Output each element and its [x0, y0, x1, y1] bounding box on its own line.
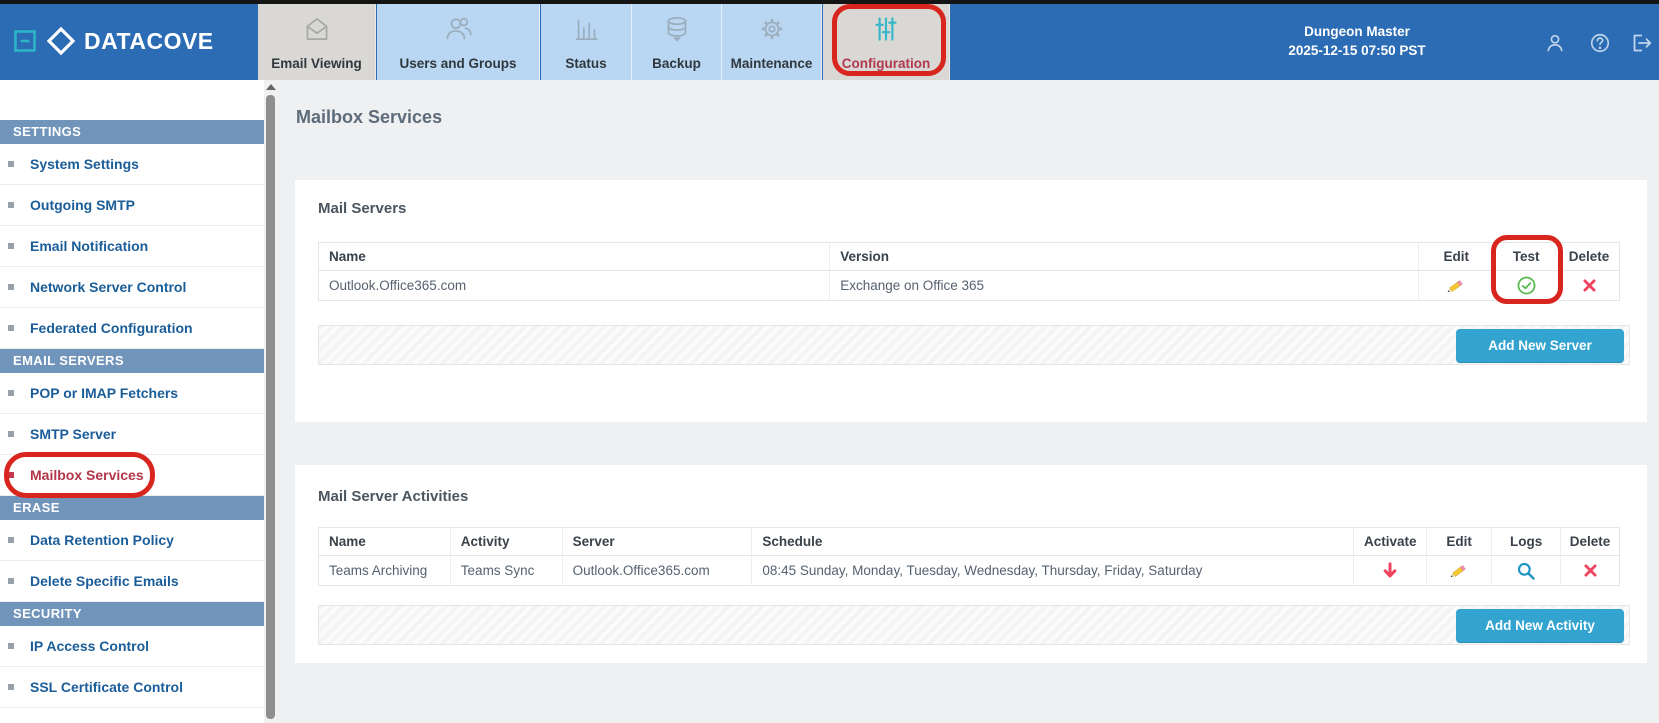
activity-type-cell: Teams Sync [451, 556, 563, 585]
mail-servers-action-bar: Add New Server [318, 325, 1630, 365]
sidebar-item-ip-access-control[interactable]: IP Access Control [0, 626, 264, 667]
mail-server-activities-action-bar: Add New Activity [318, 605, 1630, 645]
users-icon [377, 12, 539, 46]
delete-x-icon[interactable] [1582, 562, 1599, 579]
logout-icon[interactable] [1630, 31, 1654, 55]
column-header-server: Server [563, 528, 753, 555]
datacove-diamond-icon [46, 26, 76, 56]
sidebar-section-settings: SETTINGS [0, 120, 264, 144]
sidebar-item-system-settings[interactable]: System Settings [0, 144, 264, 185]
session-info: Dungeon Master 2025-12-15 07:50 PST [1266, 22, 1448, 60]
sidebar-item-email-notification[interactable]: Email Notification [0, 226, 264, 267]
column-header-edit: Edit [1427, 528, 1493, 555]
bullet-icon [8, 684, 14, 690]
delete-x-icon[interactable] [1581, 277, 1598, 294]
sidebar-item-smtp-server[interactable]: SMTP Server [0, 414, 264, 455]
add-new-server-button[interactable]: Add New Server [1456, 329, 1624, 362]
activate-arrow-down-icon[interactable] [1380, 561, 1400, 581]
bullet-icon [8, 161, 14, 167]
table-row: Teams Archiving Teams Sync Outlook.Offic… [318, 556, 1620, 586]
activity-server-cell: Outlook.Office365.com [563, 556, 753, 585]
table-header-row: Name Version Edit Test Delete [318, 242, 1620, 271]
column-header-edit: Edit [1419, 243, 1495, 270]
bullet-icon [8, 202, 14, 208]
bullet-icon [8, 537, 14, 543]
sidebar-item-outgoing-smtp[interactable]: Outgoing SMTP [0, 185, 264, 226]
column-header-delete: Delete [1569, 534, 1611, 549]
tab-backup[interactable]: Backup [632, 4, 722, 80]
table-row: Outlook.Office365.com Exchange on Office… [318, 271, 1620, 301]
brand-name: DATACOVE [84, 27, 214, 54]
server-version-cell: Exchange on Office 365 [830, 271, 1420, 300]
sidebar-section-security: SECURITY [0, 602, 264, 626]
logs-magnifier-icon[interactable] [1516, 561, 1536, 581]
column-header-name: Name [319, 528, 451, 555]
sidebar-item-network-server-control[interactable]: Network Server Control [0, 267, 264, 308]
mail-server-activities-heading: Mail Server Activities [318, 488, 469, 505]
bullet-icon [8, 243, 14, 249]
column-header-test: Test [1494, 243, 1560, 270]
sidebar-item-federated-configuration[interactable]: Federated Configuration [0, 308, 264, 349]
page-title: Mailbox Services [296, 107, 443, 127]
sliders-icon [823, 12, 949, 46]
column-header-delete: Delete [1568, 249, 1610, 264]
help-icon[interactable] [1588, 31, 1612, 55]
datacove-logo: DATACOVE [46, 26, 214, 56]
bullet-icon [8, 325, 14, 331]
bullet-icon [8, 390, 14, 396]
edit-pencil-icon[interactable] [1445, 275, 1467, 297]
gear-icon [722, 12, 821, 46]
column-header-activity: Activity [451, 528, 563, 555]
tab-maintenance[interactable]: Maintenance [722, 4, 822, 80]
envelope-icon [258, 12, 375, 46]
sidebar-item-delete-specific-emails[interactable]: Delete Specific Emails [0, 561, 264, 602]
tab-email-viewing[interactable]: Email Viewing [258, 4, 376, 80]
test-check-icon[interactable] [1516, 275, 1537, 296]
column-header-schedule: Schedule [752, 528, 1355, 555]
scrollbar-thumb[interactable] [266, 95, 275, 719]
column-header-activate: Activate [1354, 528, 1428, 555]
table-header-row: Name Activity Server Schedule Activate E… [318, 527, 1620, 556]
sidebar-section-email-servers: EMAIL SERVERS [0, 349, 264, 373]
tab-users-and-groups[interactable]: Users and Groups [377, 4, 540, 80]
column-header-version: Version [830, 243, 1420, 270]
column-header-logs: Logs [1492, 528, 1562, 555]
mail-server-activities-panel: Mail Server Activities Name Activity Ser… [295, 465, 1647, 663]
sidebar-collapse-icon[interactable] [14, 30, 36, 52]
user-account-icon[interactable] [1543, 31, 1567, 55]
sidebar-item-mailbox-services[interactable]: Mailbox Services [0, 455, 264, 496]
mail-servers-panel: Mail Servers Name Version Edit Test Dele… [295, 180, 1647, 422]
mail-server-activities-table: Name Activity Server Schedule Activate E… [318, 527, 1620, 586]
sidebar-section-erase: ERASE [0, 496, 264, 520]
bullet-icon [8, 284, 14, 290]
edit-pencil-icon[interactable] [1448, 560, 1470, 582]
session-datetime: 2025-12-15 07:50 PST [1288, 43, 1426, 58]
sidebar-item-ssl-certificate-control[interactable]: SSL Certificate Control [0, 667, 264, 708]
column-header-name: Name [319, 243, 831, 270]
scroll-up-icon[interactable] [266, 84, 276, 90]
tab-configuration[interactable]: Configuration [823, 4, 950, 80]
left-sidebar: SETTINGS System Settings Outgoing SMTP E… [0, 80, 264, 723]
server-name-cell: Outlook.Office365.com [319, 271, 831, 300]
database-icon [632, 12, 721, 46]
mail-servers-table: Name Version Edit Test Delete Outlook.Of… [318, 242, 1620, 301]
activity-name-cell: Teams Archiving [319, 556, 451, 585]
bullet-icon [8, 643, 14, 649]
bullet-icon [8, 472, 14, 478]
add-new-activity-button[interactable]: Add New Activity [1456, 609, 1624, 642]
top-navigation-bar: DATACOVE Email Viewing Users and Groups [0, 4, 1659, 80]
tab-status[interactable]: Status [541, 4, 632, 80]
sidebar-item-pop-or-imap-fetchers[interactable]: POP or IMAP Fetchers [0, 373, 264, 414]
bullet-icon [8, 578, 14, 584]
user-name: Dungeon Master [1304, 24, 1410, 39]
bullet-icon [8, 431, 14, 437]
mail-servers-heading: Mail Servers [318, 200, 407, 217]
activity-schedule-cell: 08:45 Sunday, Monday, Tuesday, Wednesday… [752, 556, 1355, 585]
sidebar-item-data-retention-policy[interactable]: Data Retention Policy [0, 520, 264, 561]
sidebar-scrollbar[interactable] [264, 80, 277, 723]
bar-chart-icon [541, 12, 631, 46]
